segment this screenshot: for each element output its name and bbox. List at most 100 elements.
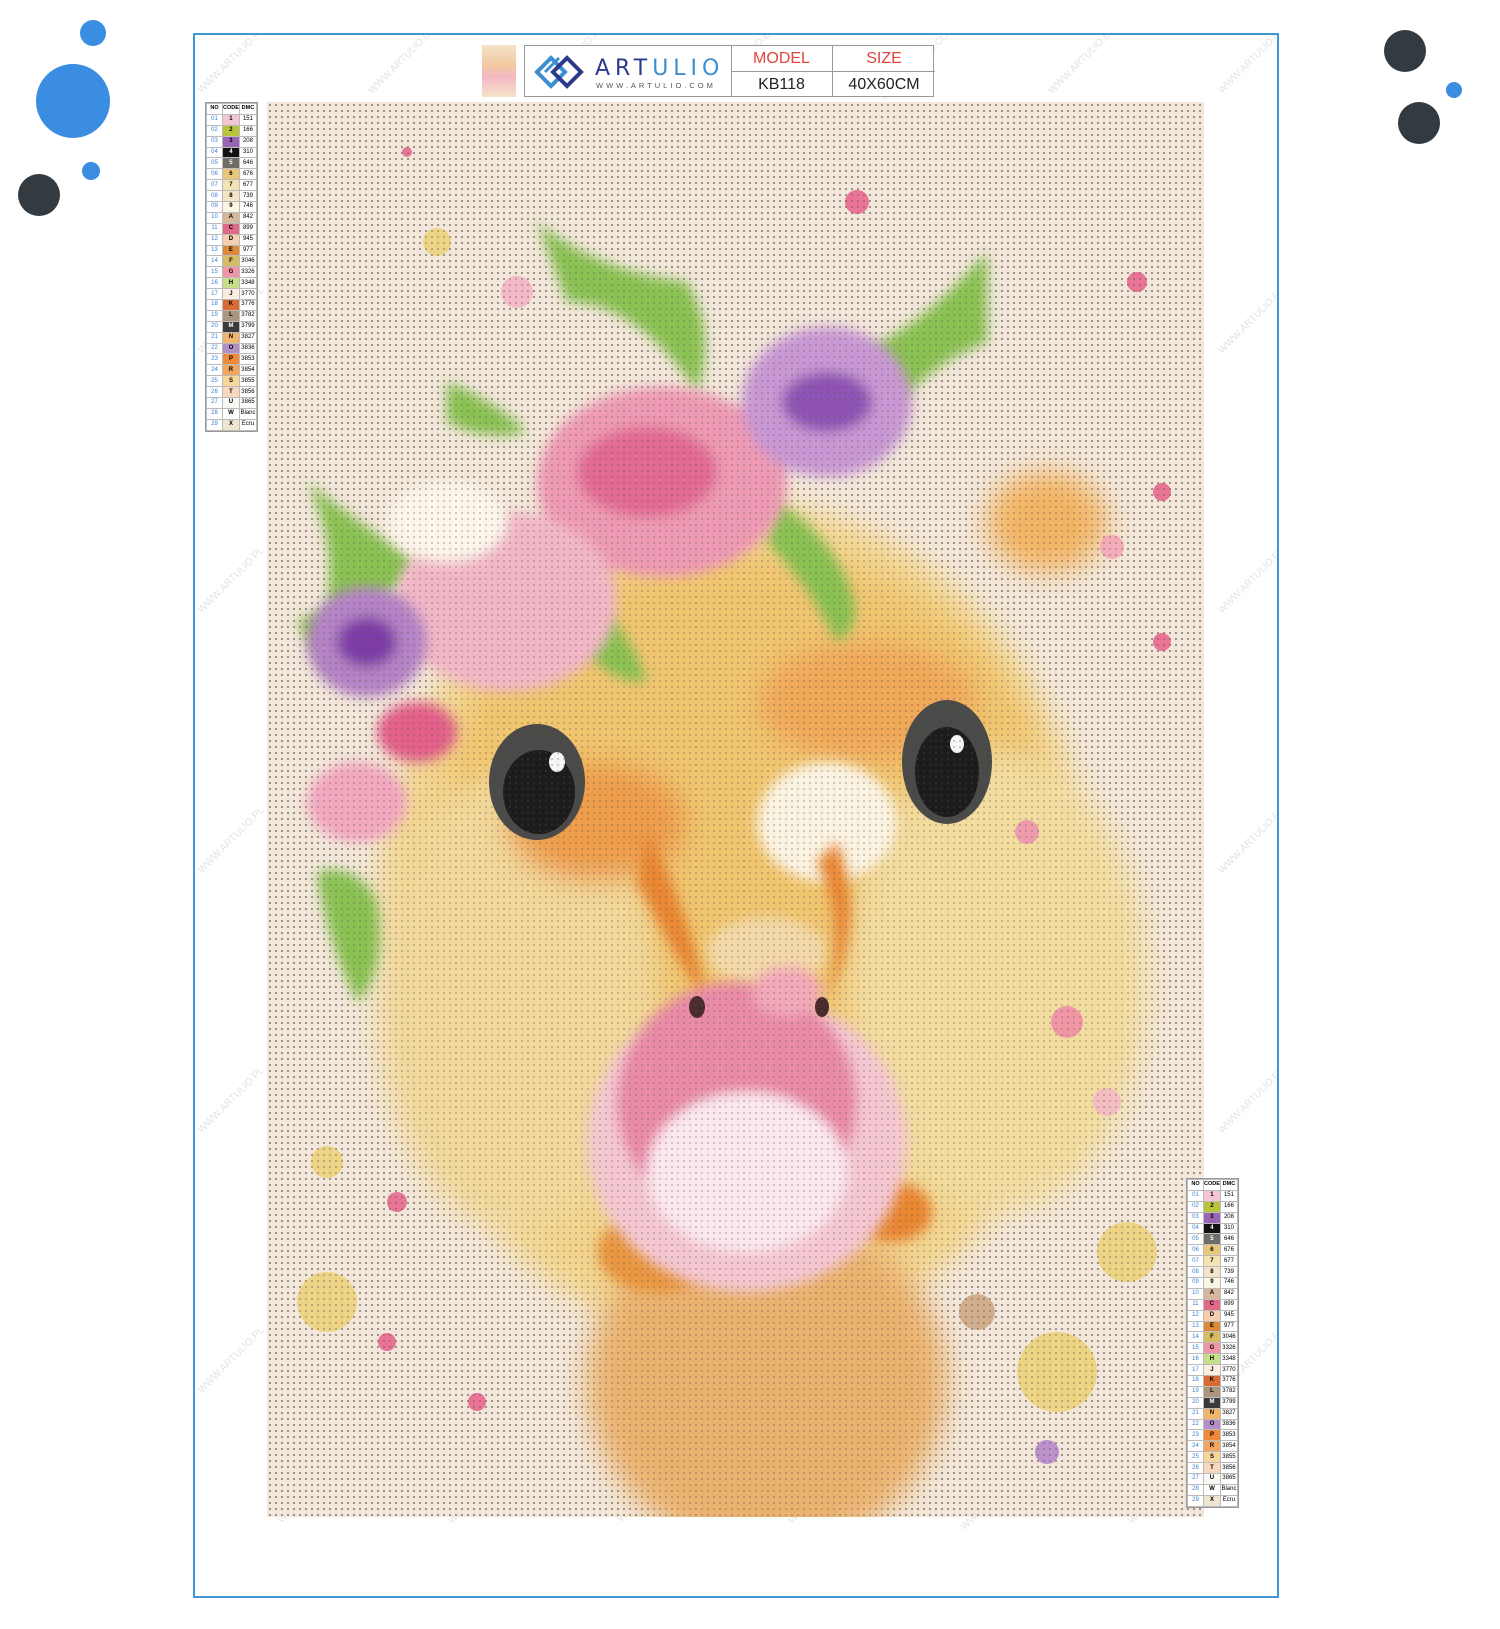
legend-cell: 208 xyxy=(238,135,258,148)
legend-cell: 3326 xyxy=(238,266,258,279)
legend-header: DMC xyxy=(238,103,258,115)
legend-cell: 166 xyxy=(1219,1200,1239,1213)
legend-row: 04 4 310 xyxy=(1187,1222,1239,1235)
legend-cell: 29 xyxy=(1187,1494,1204,1507)
legend-row: 14 F 3046 xyxy=(206,255,258,268)
legend-cell: 3827 xyxy=(238,331,258,344)
legend-row: 03 3 208 xyxy=(1187,1211,1239,1224)
legend-cell: 05 xyxy=(206,157,223,170)
legend-row: 21 N 3827 xyxy=(206,331,258,344)
legend-cell: 22 xyxy=(1187,1418,1204,1431)
legend-cell: 14 xyxy=(1187,1331,1204,1344)
legend-cell: 04 xyxy=(206,146,223,159)
legend-cell: S xyxy=(222,375,240,388)
legend-cell: 151 xyxy=(238,113,258,126)
legend-row: 27 U 3865 xyxy=(1187,1473,1239,1485)
legend-cell: G xyxy=(222,266,240,279)
legend-cell: 04 xyxy=(1187,1222,1204,1235)
legend-row: 19 L 3782 xyxy=(206,309,258,322)
legend-cell: D xyxy=(222,233,240,246)
legend-cell: 16 xyxy=(206,277,223,290)
legend-cell: 3770 xyxy=(238,288,258,301)
legend-cell: 5 xyxy=(1203,1233,1221,1246)
legend-cell: 10 xyxy=(206,211,223,224)
legend-cell: 3046 xyxy=(238,255,258,268)
decor-dot xyxy=(80,20,106,46)
legend-cell: 746 xyxy=(1219,1277,1239,1289)
size-value: 40X60CM xyxy=(833,71,935,96)
legend-row: 21 N 3827 xyxy=(1187,1407,1239,1420)
legend-cell: 21 xyxy=(206,331,223,344)
legend-cell: 3776 xyxy=(238,299,258,311)
legend-cell: 18 xyxy=(1187,1375,1204,1387)
legend-row: 14 F 3046 xyxy=(1187,1331,1239,1344)
legend-cell: 3827 xyxy=(1219,1407,1239,1420)
legend-cell: 3865 xyxy=(1219,1473,1239,1485)
legend-cell: U xyxy=(1203,1473,1221,1485)
legend-cell: 310 xyxy=(238,146,258,159)
legend-cell: 676 xyxy=(1219,1244,1239,1257)
legend-cell: P xyxy=(1203,1429,1221,1442)
size-label: SIZE xyxy=(866,50,902,67)
legend-row: 09 9 746 xyxy=(206,201,258,213)
legend-cell: M xyxy=(1203,1396,1221,1409)
legend-cell: Blanc xyxy=(1219,1483,1239,1496)
legend-cell: 3782 xyxy=(1219,1385,1239,1398)
legend-row: 28 W Blanc xyxy=(1187,1483,1239,1496)
legend-cell: M xyxy=(222,320,240,333)
legend-cell: 151 xyxy=(1219,1189,1239,1202)
legend-cell: 13 xyxy=(206,244,223,257)
legend-cell: 8 xyxy=(1203,1266,1221,1279)
product-header: ARTULIO WWW.ARTULIO.COM MODEL KB118 SIZE… xyxy=(482,43,952,98)
legend-cell: 3348 xyxy=(1219,1353,1239,1366)
legend-cell: 3865 xyxy=(238,397,258,409)
legend-cell: 9 xyxy=(222,201,240,213)
legend-row: 17 J 3770 xyxy=(1187,1364,1239,1377)
watermark-text: WWW.ARTULIO.DE xyxy=(366,33,439,97)
legend-cell: 3836 xyxy=(1219,1418,1239,1431)
legend-cell: 23 xyxy=(1187,1429,1204,1442)
legend-cell: O xyxy=(1203,1418,1221,1431)
legend-row: 06 6 676 xyxy=(1187,1244,1239,1257)
legend-row: 10 A 842 xyxy=(206,211,258,224)
legend-cell: Blanc xyxy=(238,407,258,420)
info-box: ARTULIO WWW.ARTULIO.COM MODEL KB118 SIZE… xyxy=(524,45,935,97)
legend-cell: 677 xyxy=(1219,1255,1239,1268)
legend-cell: 842 xyxy=(238,211,258,224)
legend-cell: Ecru xyxy=(1219,1494,1239,1507)
legend-cell: 03 xyxy=(1187,1211,1204,1224)
legend-cell: 3853 xyxy=(1219,1429,1239,1442)
legend-cell: U xyxy=(222,397,240,409)
legend-cell: F xyxy=(222,255,240,268)
legend-cell: 01 xyxy=(1187,1189,1204,1202)
legend-cell: C xyxy=(222,222,240,235)
legend-row: 10 A 842 xyxy=(1187,1287,1239,1300)
legend-cell: H xyxy=(1203,1353,1221,1366)
legend-row: 13 E 977 xyxy=(1187,1320,1239,1333)
legend-cell: 3856 xyxy=(1219,1462,1239,1475)
legend-row: 01 1 151 xyxy=(1187,1189,1239,1202)
brand-name: ARTULIO xyxy=(595,56,725,81)
legend-cell: E xyxy=(1203,1320,1221,1333)
legend-row: 22 O 3836 xyxy=(206,342,258,355)
legend-row: 16 H 3348 xyxy=(1187,1353,1239,1366)
legend-cell: Ecru xyxy=(238,418,258,431)
legend-cell: 676 xyxy=(238,168,258,181)
legend-cell: 899 xyxy=(1219,1298,1239,1311)
legend-cell: 17 xyxy=(206,288,223,301)
decor-dot xyxy=(36,64,110,138)
legend-cell: N xyxy=(1203,1407,1221,1420)
legend-cell: 12 xyxy=(206,233,223,246)
watermark-text: WWW.ARTULIO.FR xyxy=(1216,33,1279,97)
legend-cell: G xyxy=(1203,1342,1221,1355)
legend-cell: 11 xyxy=(206,222,223,235)
legend-cell: 20 xyxy=(1187,1396,1204,1409)
legend-cell: S xyxy=(1203,1451,1221,1464)
preview-thumbnail xyxy=(482,45,516,97)
color-legend-left: NO CODE DMC 01 1 151 02 2 166 03 3 208 04 4 310 05 5 646 0… xyxy=(205,102,258,432)
watermark-text: WWW.ARTULIO.PL xyxy=(196,1065,267,1136)
legend-cell: 3836 xyxy=(238,342,258,355)
legend-row: 24 R 3854 xyxy=(206,364,258,377)
legend-cell: N xyxy=(222,331,240,344)
legend-cell: L xyxy=(222,309,240,322)
